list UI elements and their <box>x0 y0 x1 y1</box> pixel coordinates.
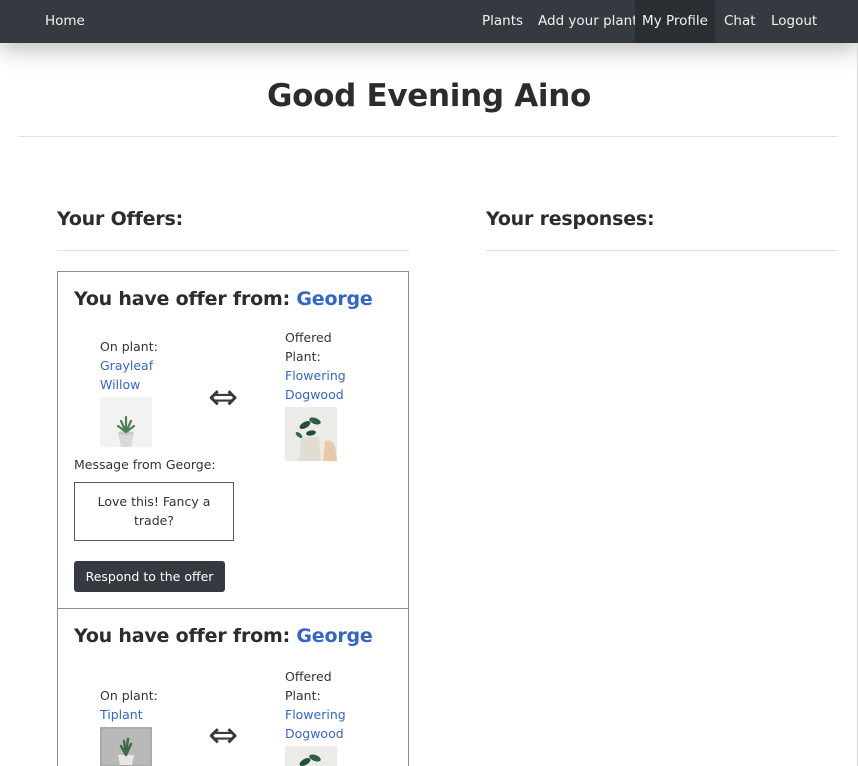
nav-plants-link[interactable]: Plants <box>482 0 523 43</box>
offer-heading: You have offer from: George <box>74 625 373 647</box>
nav-logout-link[interactable]: Logout <box>771 0 817 43</box>
offer-heading-text: You have offer from: <box>74 625 297 647</box>
exchange-arrow-icon: ⇔ <box>208 377 239 418</box>
offer-heading-text: You have offer from: <box>74 288 297 310</box>
on-plant-label: On plant: <box>100 688 158 703</box>
offer-sender-link[interactable]: George <box>296 625 372 647</box>
top-navbar: Home Plants Add your plant My Profile Ch… <box>0 0 858 43</box>
message-label: Message from George: <box>74 457 216 472</box>
nav-chat-link[interactable]: Chat <box>724 0 756 43</box>
on-plant-column: On plant: Grayleaf Willow <box>100 337 170 447</box>
on-plant-label: On plant: <box>100 339 158 354</box>
on-plant-thumbnail[interactable] <box>100 397 152 447</box>
nav-my-profile-link[interactable]: My Profile <box>635 0 715 43</box>
on-plant-thumbnail[interactable] <box>100 727 152 766</box>
nav-add-plant-link[interactable]: Add your plant <box>538 0 638 43</box>
on-plant-column: On plant: Tiplant <box>100 686 170 766</box>
offered-plant-column: Offered Plant: Flowering Dogwood <box>285 667 355 766</box>
offered-plant-label: Offered Plant: <box>285 669 332 703</box>
page-title: Good Evening Aino <box>266 78 592 114</box>
offer-sender-link[interactable]: George <box>296 288 372 310</box>
nav-home-link[interactable]: Home <box>45 0 85 43</box>
offered-plant-thumbnail[interactable] <box>285 746 337 766</box>
offer-heading: You have offer from: George <box>74 288 373 310</box>
offers-divider <box>57 250 409 251</box>
respond-to-offer-button[interactable]: Respond to the offer <box>74 561 225 592</box>
offered-plant-column: Offered Plant: Flowering Dogwood <box>285 328 355 461</box>
offered-plant-link[interactable]: Flowering Dogwood <box>285 366 355 404</box>
on-plant-link[interactable]: Tiplant <box>100 705 170 724</box>
offer-card: You have offer from: George On plant: Ti… <box>57 608 409 766</box>
offer-card: You have offer from: George On plant: Gr… <box>57 271 409 609</box>
on-plant-link[interactable]: Grayleaf Willow <box>100 356 170 394</box>
offered-plant-link[interactable]: Flowering Dogwood <box>285 705 355 743</box>
responses-section-title: Your responses: <box>486 208 655 230</box>
offered-plant-label: Offered Plant: <box>285 330 332 364</box>
offers-section-title: Your Offers: <box>57 208 184 230</box>
responses-divider <box>486 250 838 251</box>
exchange-arrow-icon: ⇔ <box>208 715 239 756</box>
offer-message: Love this! Fancy a trade? <box>74 482 234 541</box>
title-divider <box>18 136 838 137</box>
offered-plant-thumbnail[interactable] <box>285 407 337 461</box>
